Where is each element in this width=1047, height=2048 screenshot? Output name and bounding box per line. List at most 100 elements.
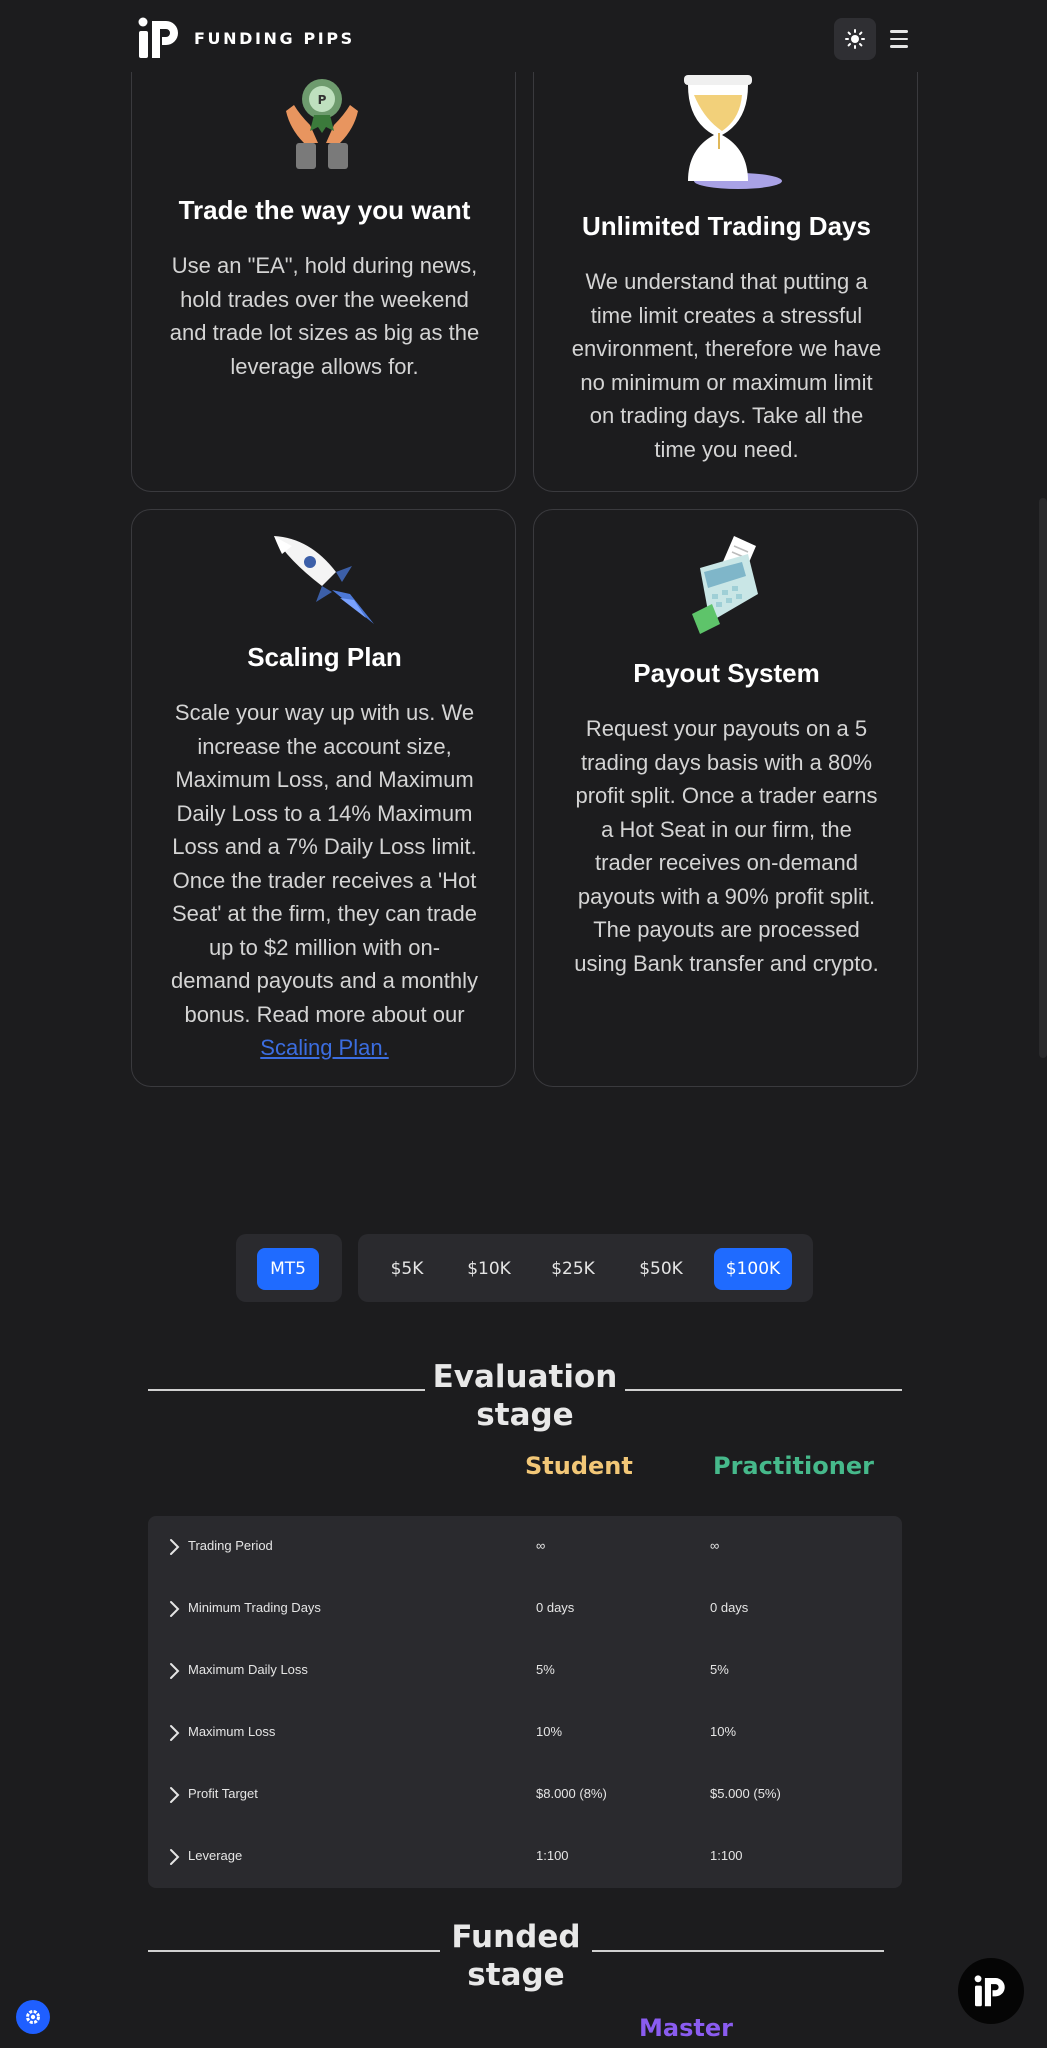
row-label: Maximum Loss xyxy=(188,1724,276,1739)
practitioner-value: 0 days xyxy=(710,1600,749,1615)
feature-line: increase the account size, xyxy=(197,733,452,759)
practitioner-value: 10% xyxy=(710,1724,737,1739)
divider-line xyxy=(625,1389,902,1391)
plan-name-student: Student xyxy=(525,1452,633,1480)
feature-line: We understand that putting a xyxy=(585,269,868,294)
feature-line: Scale your way up with us. We xyxy=(174,700,475,725)
card-terminal-icon xyxy=(692,536,758,634)
row-label: Trading Period xyxy=(188,1538,273,1553)
feature-line: time limit creates a stressful xyxy=(590,302,863,328)
scaling-plan-link[interactable]: Scaling Plan. xyxy=(260,1035,388,1060)
fundingpips-logo-icon xyxy=(974,1975,1005,2007)
brand-name: FUNDING PIPS xyxy=(194,28,355,48)
feature-description: Use an "EA", hold during news, hold trad… xyxy=(132,249,517,383)
stage-title-line: stage xyxy=(467,1957,565,1993)
table-row[interactable]: Minimum Trading Days 0 days 0 days xyxy=(148,1578,902,1640)
hamburger-bar xyxy=(890,45,908,48)
feature-line: Use an "EA", hold during news, xyxy=(171,253,478,278)
size-option-50k[interactable]: $50K xyxy=(628,1248,694,1290)
feature-card-unlimited-days: Unlimited Trading Days We understand tha… xyxy=(533,40,918,492)
student-value: ∞ xyxy=(536,1538,546,1553)
feature-title: Payout System xyxy=(633,658,820,688)
row-label: Leverage xyxy=(188,1848,243,1863)
hands-award-icon: P xyxy=(286,79,358,169)
menu-button[interactable] xyxy=(884,22,914,56)
feature-line: Maximum Loss, and Maximum xyxy=(175,767,474,792)
plan-name-master: Master xyxy=(639,2014,733,2042)
feature-line: profit split. Once a trader earns xyxy=(575,783,878,808)
feature-line: no minimum or maximum limit xyxy=(580,369,873,395)
table-row[interactable]: Trading Period ∞ ∞ xyxy=(148,1516,902,1578)
feature-title: Trade the way you want xyxy=(178,195,471,225)
size-option-10k[interactable]: $10K xyxy=(456,1248,522,1290)
divider-line xyxy=(148,1950,440,1952)
chevron-right-icon xyxy=(170,1539,180,1555)
funded-stage-title: Funded stage xyxy=(416,1918,616,1994)
feature-line: The payouts are processed xyxy=(593,917,860,942)
brand-logo[interactable]: FUNDING PIPS xyxy=(138,17,355,59)
practitioner-value: 1:100 xyxy=(710,1848,743,1863)
feature-card-scaling-plan: Scaling Plan Scale your way up with us. … xyxy=(131,509,516,1087)
feature-line: a Hot Seat in our firm, the xyxy=(601,816,852,842)
plan-name-practitioner: Practitioner xyxy=(713,1452,874,1480)
feature-line: up to $2 million with on- xyxy=(208,934,441,960)
feature-line: and trade lot sizes as big as the xyxy=(169,320,480,345)
feature-line: Loss and a 7% Daily Loss limit. xyxy=(172,834,477,859)
feature-line: leverage allows for. xyxy=(230,353,419,379)
table-row[interactable]: Leverage 1:100 1:100 xyxy=(148,1826,902,1888)
hourglass-icon xyxy=(684,75,782,189)
stage-title-line: Evaluation xyxy=(432,1359,618,1395)
hamburger-icon xyxy=(890,30,908,33)
student-value: 5% xyxy=(536,1662,555,1677)
theme-toggle-button[interactable] xyxy=(834,18,876,60)
size-option-100k[interactable]: $100K xyxy=(714,1248,792,1290)
feature-line: on trading days. Take all the xyxy=(589,403,864,428)
scrollbar-thumb[interactable] xyxy=(1039,498,1047,1058)
rocket-icon xyxy=(274,536,374,624)
feature-line: environment, therefore we have xyxy=(571,336,882,361)
feature-title: Scaling Plan xyxy=(247,642,402,672)
site-header: FUNDING PIPS xyxy=(0,0,1047,72)
feature-line: using Bank transfer and crypto. xyxy=(574,950,879,976)
feature-line: time you need. xyxy=(654,436,799,462)
feature-title: Unlimited Trading Days xyxy=(582,211,871,241)
feature-card-payout-system: Payout System Request your payouts on a … xyxy=(533,509,918,1087)
account-size-selector: $5K $10K $25K $50K $100K xyxy=(358,1234,813,1302)
stage-title-line: stage xyxy=(476,1397,574,1433)
feature-line: payouts with a 90% profit split. xyxy=(577,883,876,909)
table-row[interactable]: Maximum Daily Loss 5% 5% xyxy=(148,1640,902,1702)
feature-line: bonus. Read more about our xyxy=(184,1001,465,1027)
evaluation-rules-table: Trading Period ∞ ∞ Minimum Trading Days … xyxy=(148,1516,902,1888)
feature-card-trade-way: P Trade the way you want Use an "EA", ho… xyxy=(131,40,516,492)
row-label: Minimum Trading Days xyxy=(188,1600,321,1615)
feature-line: demand payouts and a monthly xyxy=(171,968,478,993)
stage-title-line: Funded xyxy=(451,1919,581,1955)
chevron-right-icon xyxy=(170,1601,180,1617)
feature-description: We understand that putting a time limit … xyxy=(534,265,919,466)
divider-line xyxy=(148,1389,425,1391)
practitioner-value: ∞ xyxy=(710,1538,720,1553)
hamburger-bar xyxy=(890,37,908,41)
row-label: Maximum Daily Loss xyxy=(188,1662,308,1677)
feature-line: trader receives on-demand xyxy=(595,850,858,875)
logo-mark-icon xyxy=(138,17,178,58)
evaluation-stage-title: Evaluation stage xyxy=(425,1358,625,1434)
size-option-5k[interactable]: $5K xyxy=(376,1248,438,1290)
student-value: $8.000 (8%) xyxy=(536,1786,607,1801)
feature-line: trading days basis with a 80% xyxy=(580,749,873,775)
feature-line: Once the trader receives a 'Hot xyxy=(172,867,477,893)
svg-text:P: P xyxy=(318,93,327,107)
table-row[interactable]: Profit Target $8.000 (8%) $5.000 (5%) xyxy=(148,1764,902,1826)
chat-launcher-button[interactable] xyxy=(958,1958,1024,2024)
chevron-right-icon xyxy=(170,1663,180,1679)
platform-option-mt5[interactable]: MT5 xyxy=(257,1248,319,1290)
student-value: 0 days xyxy=(536,1600,575,1615)
sun-icon xyxy=(845,29,865,49)
divider-line xyxy=(592,1950,884,1952)
practitioner-value: 5% xyxy=(710,1662,729,1677)
table-row[interactable]: Maximum Loss 10% 10% xyxy=(148,1702,902,1764)
feature-description: Scale your way up with us. We increase t… xyxy=(132,696,517,1065)
cookie-settings-button[interactable] xyxy=(16,2000,50,2034)
size-option-25k[interactable]: $25K xyxy=(540,1248,606,1290)
chevron-right-icon xyxy=(170,1787,180,1803)
